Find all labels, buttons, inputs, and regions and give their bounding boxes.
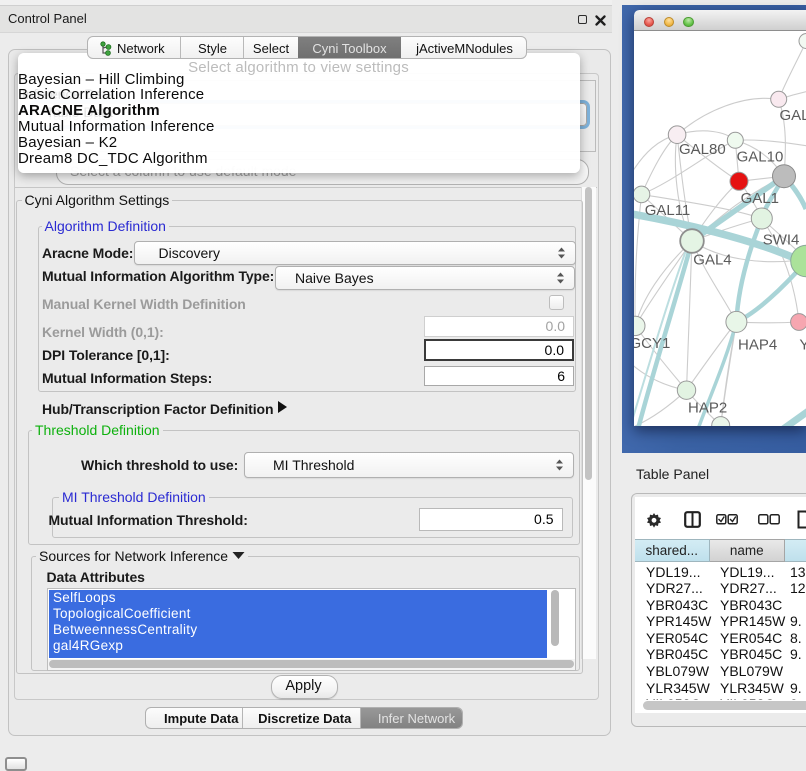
svg-text:GAL4: GAL4 xyxy=(693,252,731,269)
svg-text:HAP4: HAP4 xyxy=(738,337,777,354)
svg-text:GAL80: GAL80 xyxy=(679,141,726,158)
svg-text:GAL10: GAL10 xyxy=(737,149,784,166)
svg-text:HAP2: HAP2 xyxy=(688,400,727,417)
svg-text:SWI4: SWI4 xyxy=(763,232,800,249)
svg-text:GAL2: GAL2 xyxy=(780,107,806,124)
svg-text:GCY1: GCY1 xyxy=(634,335,670,352)
svg-text:GAL11: GAL11 xyxy=(645,202,691,219)
svg-text:Y: Y xyxy=(799,337,806,354)
svg-text:GAL1: GAL1 xyxy=(741,190,779,207)
